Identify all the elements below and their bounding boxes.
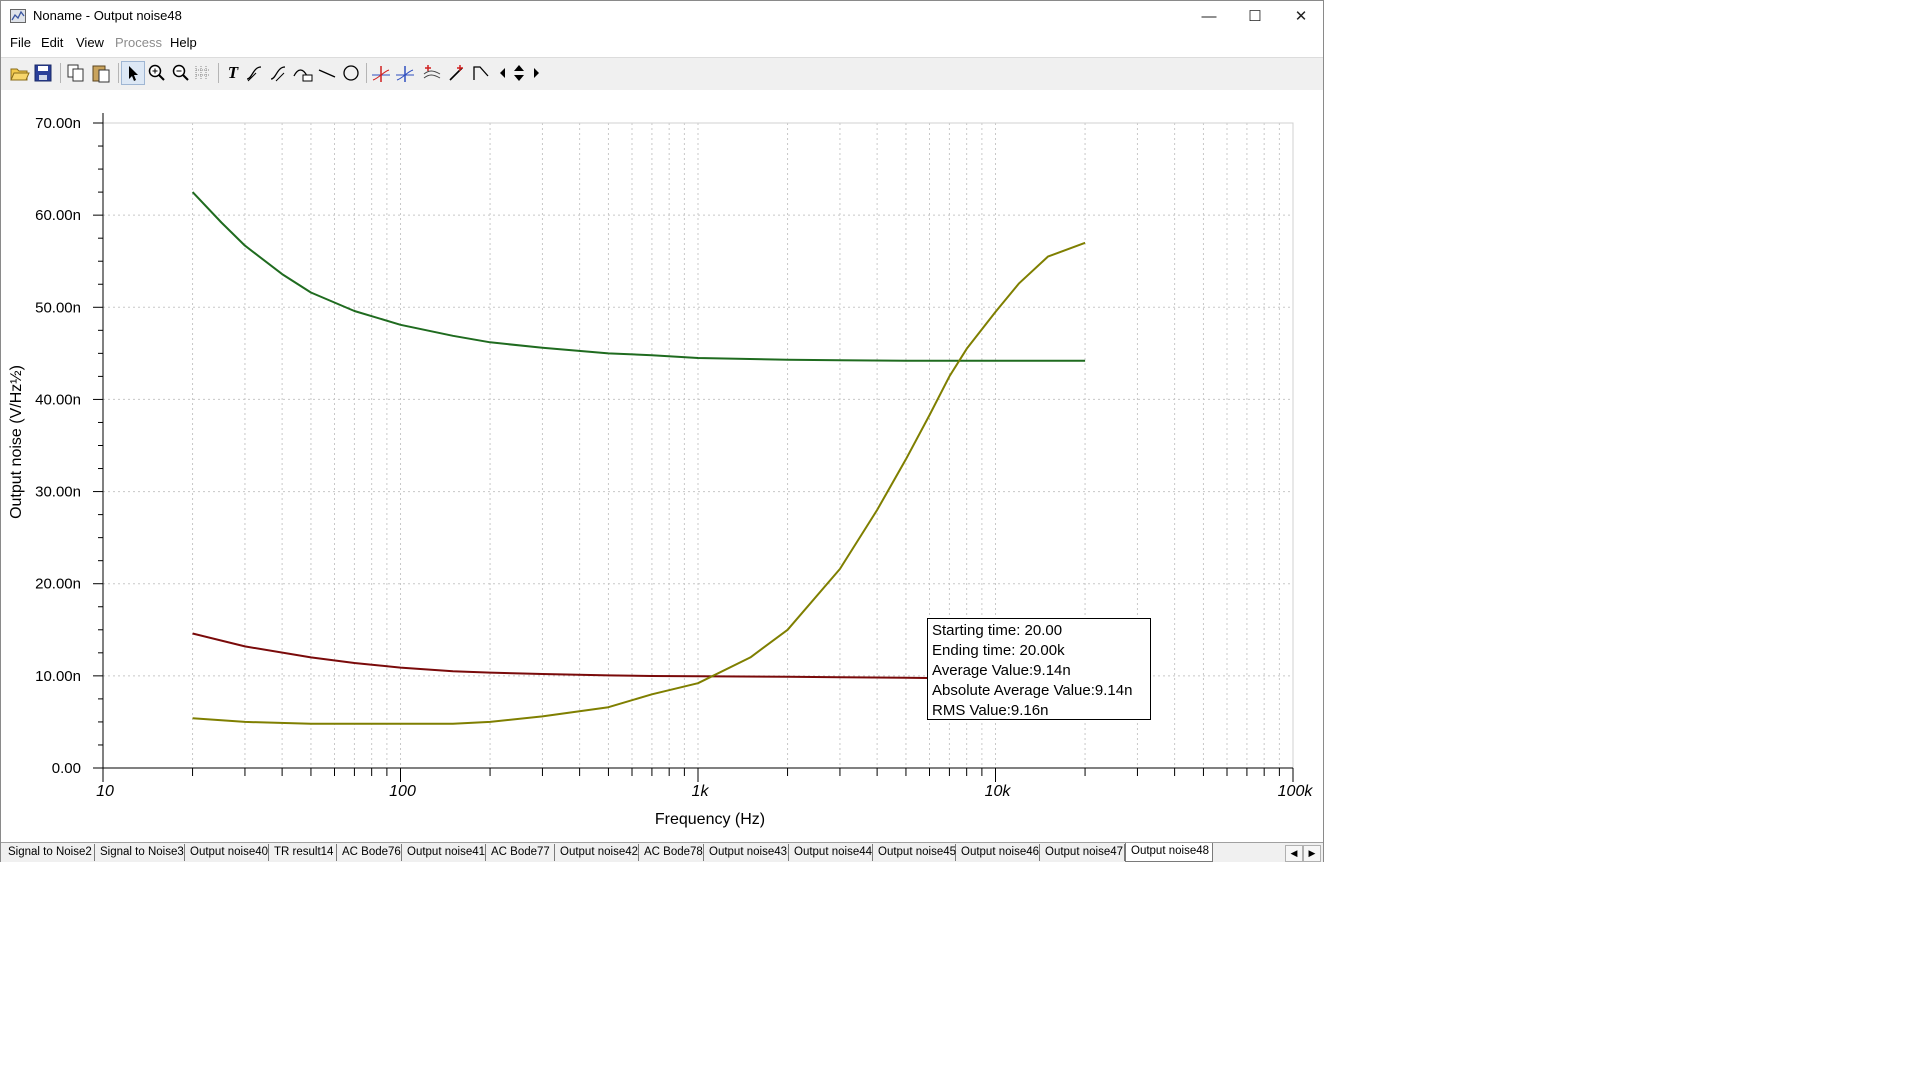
tab-tr-result14[interactable]: TR result14 [269, 844, 337, 861]
cursor-a-icon[interactable] [244, 62, 266, 84]
grid-icon[interactable] [192, 62, 214, 84]
tab-signal-to-noise3[interactable]: Signal to Noise3 [95, 844, 185, 861]
auto-label-icon[interactable] [422, 62, 444, 84]
tab-output-noise44[interactable]: Output noise44 [789, 844, 873, 861]
ending-time-text: Ending time: 20.00k [932, 642, 1065, 659]
y-tick-label: 20.00n [35, 576, 81, 593]
close-button[interactable]: ✕ [1278, 1, 1324, 31]
marker-a-icon[interactable] [370, 62, 392, 84]
x-tick-label: 10k [985, 783, 1012, 800]
document-tabs: Signal to Noise2 Signal to Noise3 Output n… [1, 842, 1323, 862]
step-icon[interactable] [470, 62, 492, 84]
tab-output-noise47[interactable]: Output noise47 [1040, 844, 1125, 861]
menu-process[interactable]: Process [115, 35, 162, 50]
menu-view[interactable]: View [76, 35, 104, 50]
rms-value-text: RMS Value:9.16n [932, 702, 1049, 719]
tab-signal-to-noise2[interactable]: Signal to Noise2 [3, 844, 95, 861]
menu-bar: File Edit View Process Help [1, 31, 1323, 53]
tab-output-noise42[interactable]: Output noise42 [555, 844, 639, 861]
tab-output-noise41[interactable]: Output noise41 [402, 844, 486, 861]
zoom-in-icon[interactable] [146, 62, 168, 84]
scroll-right-icon[interactable] [529, 62, 543, 84]
curve-label-icon[interactable] [292, 62, 314, 84]
open-icon[interactable] [8, 62, 30, 84]
menu-file[interactable]: File [10, 35, 31, 50]
y-tick-label: 10.00n [35, 668, 81, 685]
cursor-b-icon[interactable] [268, 62, 290, 84]
noise-chart[interactable]: 0.00 10.00n 20.00n 30.00n 40.00n 50.00n 60.00n… [1, 90, 1323, 842]
copy-icon[interactable] [65, 62, 87, 84]
ellipse-icon[interactable] [340, 62, 362, 84]
app-icon [10, 9, 26, 23]
window-title: Noname - Output noise48 [33, 8, 182, 23]
y-tick-label: 40.00n [35, 391, 81, 408]
tab-output-noise43[interactable]: Output noise43 [704, 844, 789, 861]
text-icon[interactable]: T [222, 62, 244, 84]
y-tick-label: 30.00n [35, 484, 81, 501]
plot-area[interactable]: 0.00 10.00n 20.00n 30.00n 40.00n 50.00n 60.00n… [1, 90, 1323, 842]
series-line-green [191, 191, 1086, 362]
y-tick-label: 50.00n [35, 299, 81, 316]
maximize-button[interactable]: ☐ [1232, 1, 1278, 31]
x-tick-label: 1k [692, 783, 710, 800]
marker-b-icon[interactable] [394, 62, 416, 84]
starting-time-text: Starting time: 20.00 [932, 622, 1063, 639]
line-icon[interactable] [316, 62, 338, 84]
save-icon[interactable] [32, 62, 54, 84]
zoom-out-icon[interactable] [170, 62, 192, 84]
paste-icon[interactable] [90, 62, 112, 84]
absolute-average-value-text: Absolute Average Value:9.14n [932, 682, 1133, 699]
average-value-text: Average Value:9.14n [932, 662, 1071, 679]
y-tick-label: 70.00n [35, 115, 81, 132]
probe-icon[interactable] [446, 62, 468, 84]
y-axis-label: Output noise (V/Hz½) [8, 365, 25, 519]
tab-ac-bode77[interactable]: AC Bode77 [486, 844, 555, 861]
y-tick-label: 0.00 [52, 760, 81, 777]
scroll-up-down-icon[interactable] [511, 62, 527, 84]
tab-output-noise48[interactable]: Output noise48 [1125, 843, 1213, 862]
y-tick-label: 60.00n [35, 207, 81, 224]
tab-output-noise40[interactable]: Output noise40 [185, 844, 269, 861]
tab-output-noise45[interactable]: Output noise45 [873, 844, 956, 861]
x-axis-label: Frequency (Hz) [655, 811, 765, 828]
tab-scroll-left-button[interactable]: ◀ [1285, 845, 1303, 862]
x-tick-label: 100 [389, 783, 416, 800]
scroll-left-icon[interactable] [496, 62, 510, 84]
statistics-box[interactable]: Starting time: 20.00 Ending time: 20.00k… [927, 618, 1151, 720]
toolbar: T [1, 57, 1323, 91]
tab-scroll-right-button[interactable]: ▶ [1303, 845, 1321, 862]
minimize-button[interactable]: — [1186, 1, 1232, 31]
pointer-icon[interactable] [121, 61, 145, 85]
tab-output-noise46[interactable]: Output noise46 [956, 844, 1040, 861]
title-bar[interactable]: Noname - Output noise48 — ☐ ✕ [1, 1, 1323, 31]
tab-ac-bode78[interactable]: AC Bode78 [639, 844, 704, 861]
menu-edit[interactable]: Edit [41, 35, 63, 50]
tab-ac-bode76[interactable]: AC Bode76 [337, 844, 402, 861]
menu-help[interactable]: Help [170, 35, 197, 50]
x-tick-label: 10 [96, 783, 114, 800]
x-tick-label: 100k [1278, 783, 1314, 800]
application-window: Noname - Output noise48 — ☐ ✕ File Edit … [0, 0, 1324, 862]
